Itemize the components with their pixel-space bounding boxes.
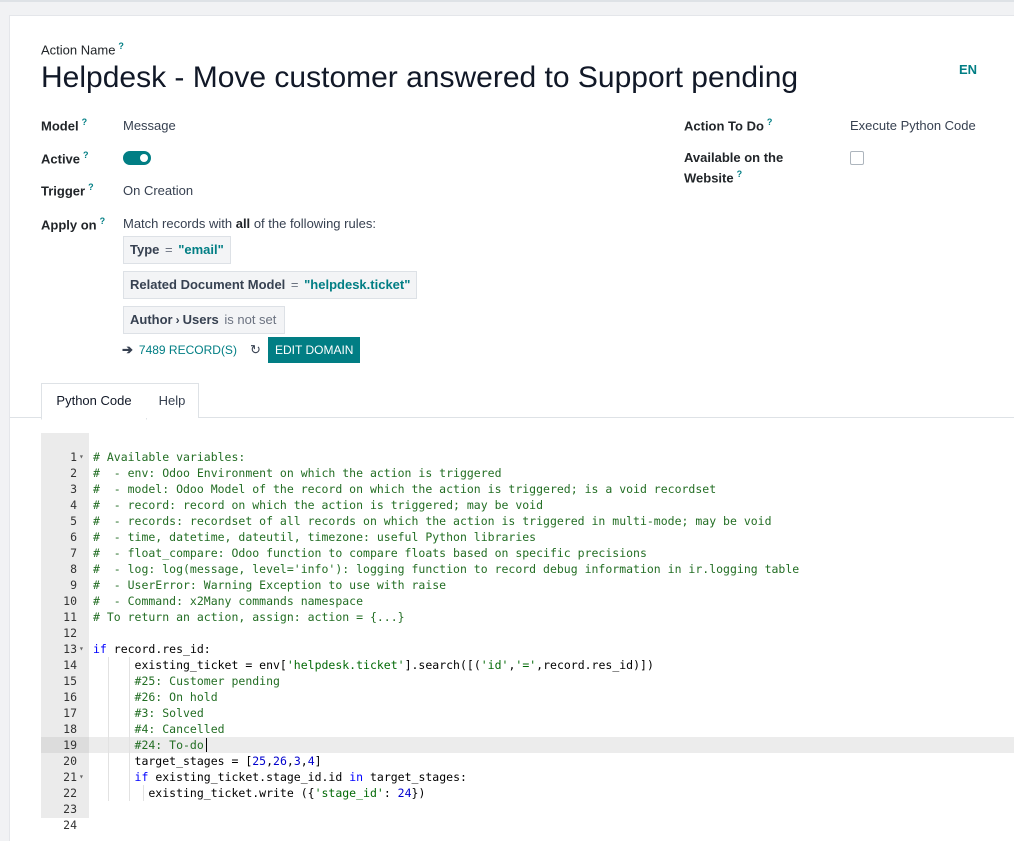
code-line[interactable]: if existing_ticket.stage_id.id in target… — [93, 769, 467, 785]
trigger-label: Trigger? — [41, 182, 94, 199]
line-number: 8 — [70, 562, 77, 576]
records-count-link[interactable]: ➔ 7489 RECORD(S) — [122, 342, 237, 358]
line-number: 20 — [63, 754, 77, 768]
code-line[interactable]: #3: Solved — [93, 705, 204, 721]
line-number: 2 — [70, 466, 77, 480]
line-number: 17 — [63, 706, 77, 720]
code-line[interactable]: target_stages = [25,26,3,4] — [93, 753, 322, 769]
help-tooltip-icon[interactable]: ? — [83, 150, 89, 160]
line-number: 22 — [63, 786, 77, 800]
domain-rule-type[interactable]: Type = "email" — [123, 236, 231, 264]
match-all-selector[interactable]: all — [236, 216, 250, 231]
python-code-editor[interactable]: 1 ▾ # Available variables: 2 # - env: Odoo E… — [41, 433, 1014, 832]
apply-on-label: Apply on? — [41, 216, 106, 233]
top-border — [0, 0, 1014, 2]
action-name-label: Action Name? — [41, 41, 124, 58]
website-label: Available on the Website? — [684, 150, 784, 186]
model-label: Model? — [41, 117, 88, 134]
website-checkbox[interactable] — [850, 151, 864, 165]
tab-help[interactable]: Help — [146, 383, 199, 418]
help-tooltip-icon[interactable]: ? — [82, 117, 88, 127]
line-number: 6 — [70, 530, 77, 544]
action-to-do-label: Action To Do? — [684, 117, 773, 134]
line-number: 4 — [70, 498, 77, 512]
arrow-right-icon: ➔ — [122, 342, 133, 357]
line-number: 23 — [63, 802, 77, 816]
action-to-do-field[interactable]: Execute Python Code — [850, 118, 976, 133]
line-number: 5 — [70, 514, 77, 528]
code-line[interactable]: # - model: Odoo Model of the record on w… — [93, 481, 716, 497]
fold-toggle-icon[interactable]: ▾ — [79, 449, 84, 465]
code-line[interactable]: # - Command: x2Many commands namespace — [93, 593, 363, 609]
tab-python-code[interactable]: Python Code — [41, 383, 147, 420]
model-field[interactable]: Message — [123, 118, 176, 133]
code-line[interactable]: #25: Customer pending — [93, 673, 280, 689]
code-line[interactable]: # - log: log(message, level='info'): log… — [93, 561, 799, 577]
code-line[interactable]: # - records: recordset of all records on… — [93, 513, 772, 529]
help-tooltip-icon[interactable]: ? — [100, 216, 106, 226]
line-number: 19 — [63, 738, 77, 752]
line-number: 13 — [63, 642, 77, 656]
action-name-field[interactable]: Helpdesk - Move customer answered to Sup… — [41, 61, 798, 95]
help-tooltip-icon[interactable]: ? — [767, 117, 773, 127]
line-number: 1 — [70, 450, 77, 464]
help-tooltip-icon[interactable]: ? — [737, 169, 743, 179]
refresh-icon[interactable]: ↻ — [250, 342, 261, 358]
line-number: 16 — [63, 690, 77, 704]
line-number: 9 — [70, 578, 77, 592]
line-number: 15 — [63, 674, 77, 688]
code-line[interactable]: # - time, datetime, dateutil, timezone: … — [93, 529, 536, 545]
help-tooltip-icon[interactable]: ? — [118, 41, 124, 51]
code-line[interactable]: # - record: record on which the action i… — [93, 497, 543, 513]
code-line[interactable]: # - float_compare: Odoo function to comp… — [93, 545, 647, 561]
code-line[interactable]: existing_ticket = env['helpdesk.ticket']… — [93, 657, 654, 673]
text-cursor — [206, 738, 207, 752]
chevron-right-icon: › — [175, 313, 180, 327]
form-sheet: Action Name? Helpdesk - Move customer an… — [9, 15, 1014, 841]
line-number: 10 — [63, 594, 77, 608]
line-number: 11 — [63, 610, 77, 624]
line-number: 12 — [63, 626, 77, 640]
domain-rule-author-users[interactable]: Author › Users is not set — [123, 306, 286, 334]
line-number: 18 — [63, 722, 77, 736]
active-toggle[interactable] — [123, 151, 151, 165]
code-line[interactable]: # Available variables: — [93, 449, 245, 465]
domain-rule-related-model[interactable]: Related Document Model = "helpdesk.ticke… — [123, 271, 418, 299]
line-number: 3 — [70, 482, 77, 496]
indent-guide — [143, 785, 144, 801]
fold-toggle-icon[interactable]: ▾ — [79, 641, 84, 657]
code-line[interactable]: #24: To-do — [93, 737, 204, 753]
active-label: Active? — [41, 150, 89, 167]
code-line[interactable]: if record.res_id: — [93, 641, 211, 657]
help-tooltip-icon[interactable]: ? — [88, 182, 94, 192]
language-button[interactable]: EN — [959, 62, 977, 77]
edit-domain-button[interactable]: EDIT DOMAIN — [268, 337, 361, 363]
indent-guide — [129, 657, 130, 801]
code-line[interactable]: #26: On hold — [93, 689, 218, 705]
code-line[interactable]: # - UserError: Warning Exception to use … — [93, 577, 446, 593]
line-number: 24 — [63, 818, 77, 832]
code-line[interactable]: # - env: Odoo Environment on which the a… — [93, 465, 502, 481]
code-line[interactable]: # To return an action, assign: action = … — [93, 609, 405, 625]
code-line[interactable]: #4: Cancelled — [93, 721, 225, 737]
line-number: 14 — [63, 658, 77, 672]
indent-guide — [108, 657, 109, 801]
apply-on-description: Match records with all of the following … — [123, 216, 376, 231]
line-number: 7 — [70, 546, 77, 560]
trigger-field[interactable]: On Creation — [123, 183, 193, 198]
line-number: 21 — [63, 770, 77, 784]
fold-toggle-icon[interactable]: ▾ — [79, 769, 84, 785]
